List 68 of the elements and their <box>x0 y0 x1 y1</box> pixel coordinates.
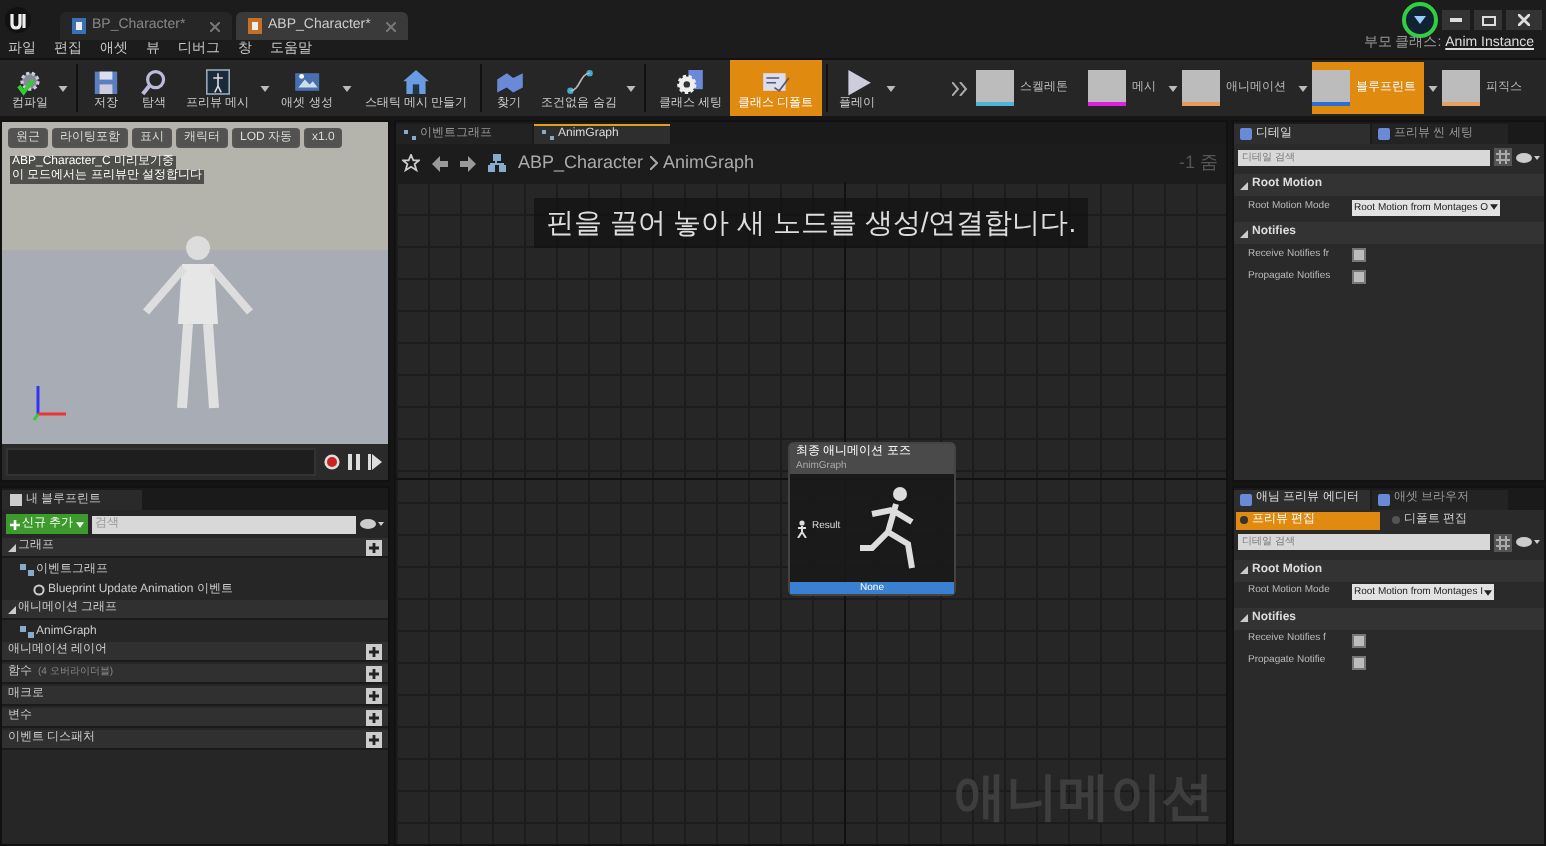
curve-connection-icon <box>563 65 596 97</box>
expand-arrow-icon[interactable] <box>1240 181 1248 189</box>
breadcrumb-item[interactable]: AnimGraph <box>663 149 755 177</box>
plus-icon <box>10 519 20 529</box>
magnifier-icon <box>138 65 170 97</box>
caret-icon[interactable] <box>342 85 353 91</box>
graph-icon <box>404 129 416 139</box>
caret-icon[interactable] <box>1428 85 1438 91</box>
minimize-button[interactable] <box>1442 10 1470 30</box>
tab-icon <box>1240 128 1252 140</box>
expand-arrow-icon[interactable] <box>1240 614 1248 622</box>
caret-icon[interactable] <box>626 85 637 91</box>
maximize-button[interactable] <box>1474 10 1502 30</box>
visibility-icon[interactable] <box>360 518 384 530</box>
add-icon[interactable] <box>366 731 382 747</box>
breadcrumb-item[interactable]: ABP_Character <box>518 149 644 177</box>
visibility-icon[interactable] <box>1516 536 1540 548</box>
checkbox[interactable] <box>1352 633 1366 647</box>
tab-icon <box>1378 493 1390 505</box>
chevron-icon[interactable] <box>952 81 968 95</box>
chevron-right-icon <box>649 156 658 170</box>
feedback-icon[interactable] <box>1402 2 1438 38</box>
record-icon[interactable] <box>324 454 340 470</box>
caret-icon[interactable] <box>1489 204 1498 210</box>
expand-arrow-icon[interactable] <box>8 543 16 551</box>
visibility-icon[interactable] <box>1516 151 1540 163</box>
settings-icon <box>674 65 707 97</box>
graph-hint-text: 핀을 끌어 놓아 새 노드를 생성/연결합니다. <box>533 198 1089 248</box>
caret-icon[interactable] <box>1168 85 1178 91</box>
grid-view-icon[interactable] <box>1494 533 1512 551</box>
caret-icon[interactable] <box>259 85 270 91</box>
anim-blueprint-icon <box>248 18 262 34</box>
pose-pin-icon[interactable] <box>796 519 808 537</box>
add-icon[interactable] <box>366 665 382 681</box>
zoom-label: -1 줌 <box>1178 149 1218 176</box>
forward-arrow-icon[interactable] <box>460 155 476 171</box>
figure-frame-icon <box>201 65 234 97</box>
axis-gizmo-icon <box>30 382 70 422</box>
expand-arrow-icon[interactable] <box>1240 566 1248 574</box>
caret-icon[interactable] <box>1298 85 1308 91</box>
checkbox[interactable] <box>1352 248 1366 262</box>
add-icon[interactable] <box>366 539 382 555</box>
house-icon <box>400 65 433 97</box>
grid-view-icon[interactable] <box>1494 148 1512 166</box>
caret-icon[interactable] <box>58 85 68 91</box>
caret-icon[interactable] <box>1484 589 1493 595</box>
hierarchy-icon <box>488 154 506 172</box>
back-arrow-icon[interactable] <box>432 155 448 171</box>
expand-arrow-icon[interactable] <box>1240 229 1248 237</box>
graph-icon <box>20 626 34 638</box>
expand-arrow-icon[interactable] <box>8 605 16 613</box>
book-icon <box>10 494 22 506</box>
checkbox[interactable] <box>1352 270 1366 284</box>
add-icon[interactable] <box>366 643 382 659</box>
tab-icon <box>1240 493 1252 505</box>
caret-icon[interactable] <box>885 85 896 91</box>
add-icon[interactable] <box>366 709 382 725</box>
graph-icon <box>542 130 554 140</box>
add-icon[interactable] <box>366 687 382 703</box>
star-icon[interactable] <box>402 154 420 172</box>
event-node-icon <box>32 584 46 596</box>
close-button[interactable] <box>1506 10 1542 30</box>
step-forward-icon[interactable] <box>368 454 382 470</box>
tab-icon <box>1378 128 1390 140</box>
blueprint-icon <box>72 18 86 34</box>
graph-icon <box>20 564 34 576</box>
pause-icon[interactable] <box>348 454 360 470</box>
checkbox[interactable] <box>1352 655 1366 669</box>
